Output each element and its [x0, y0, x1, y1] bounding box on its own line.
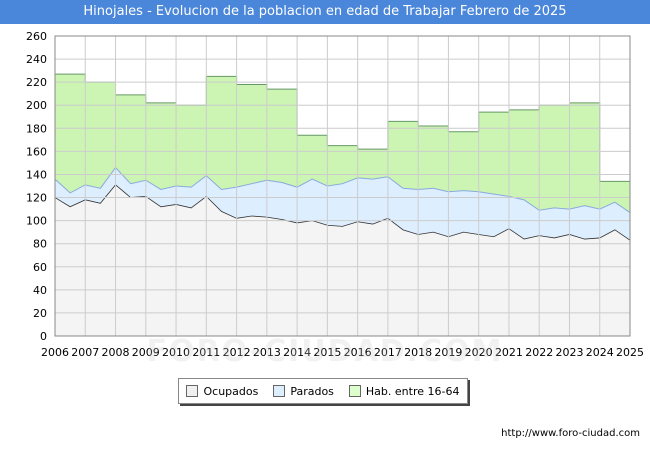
legend-item-ocupados: Ocupados: [186, 385, 258, 398]
y-tick-label: 220: [26, 76, 47, 89]
y-tick-label: 120: [26, 192, 47, 205]
y-tick-label: 160: [26, 145, 47, 158]
legend-swatch-ocupados: [186, 385, 199, 397]
legend-label-parados: Parados: [290, 384, 334, 398]
population-chart: 020406080100120140160180200220240260 200…: [26, 30, 644, 359]
legend-swatch-parados: [273, 385, 286, 397]
legend-label-ocupados: Ocupados: [203, 384, 259, 398]
y-tick-label: 180: [26, 122, 47, 135]
y-tick-label: 140: [26, 168, 47, 181]
source-link[interactable]: http://www.foro-ciudad.com: [501, 428, 640, 439]
legend-item-parados: Parados: [273, 385, 334, 398]
chart-title: Hinojales - Evolucion de la poblacion en…: [0, 0, 650, 24]
y-tick-label: 260: [26, 30, 47, 43]
legend-label-habitantes: Hab. entre 16-64: [365, 384, 460, 398]
legend-item-habitantes: Hab. entre 16-64: [348, 384, 460, 398]
plot-area: [54, 35, 631, 337]
y-tick-label: 60: [33, 261, 47, 274]
y-tick-label: 40: [33, 284, 47, 297]
y-axis: 020406080100120140160180200220240260: [26, 30, 47, 343]
y-tick-label: 240: [26, 53, 47, 66]
legend-swatch-habitantes: [348, 385, 361, 397]
watermark: FORO-CIUDAD.COM: [146, 334, 504, 369]
y-tick-label: 100: [26, 215, 47, 228]
y-tick-label: 80: [33, 238, 47, 251]
y-tick-label: 20: [33, 307, 47, 320]
chart-legend: Ocupados Parados Hab. entre 16-64: [178, 378, 468, 404]
y-tick-label: 200: [26, 99, 47, 112]
